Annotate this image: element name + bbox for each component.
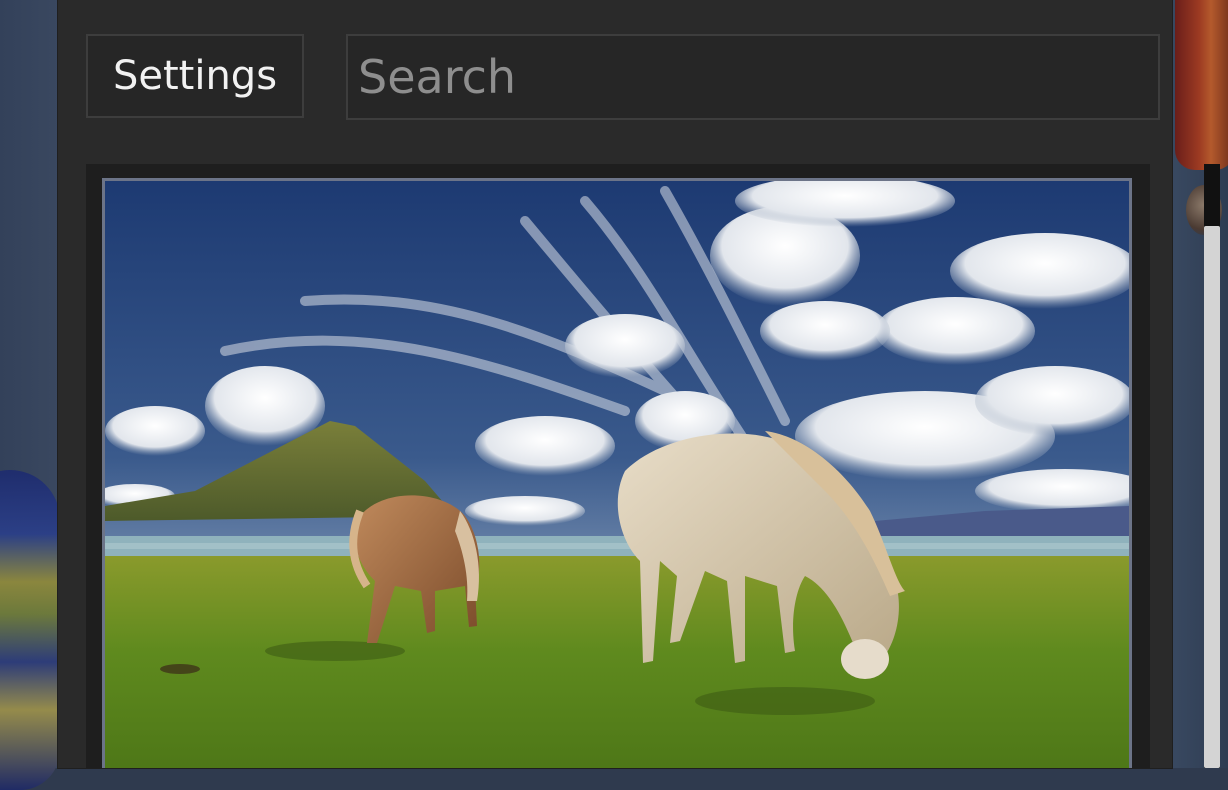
- landscape-photo: [105, 181, 1129, 768]
- image-viewer: [86, 164, 1150, 768]
- scrollbar-thumb[interactable]: [1204, 226, 1220, 768]
- search-input[interactable]: [346, 34, 1160, 120]
- balloon-wallpaper-left: [0, 470, 60, 790]
- settings-button[interactable]: Settings: [86, 34, 304, 118]
- balloon-wallpaper-right: [1175, 0, 1228, 170]
- photo-thumbnail[interactable]: [102, 178, 1132, 768]
- gallery-panel: Settings: [58, 0, 1220, 768]
